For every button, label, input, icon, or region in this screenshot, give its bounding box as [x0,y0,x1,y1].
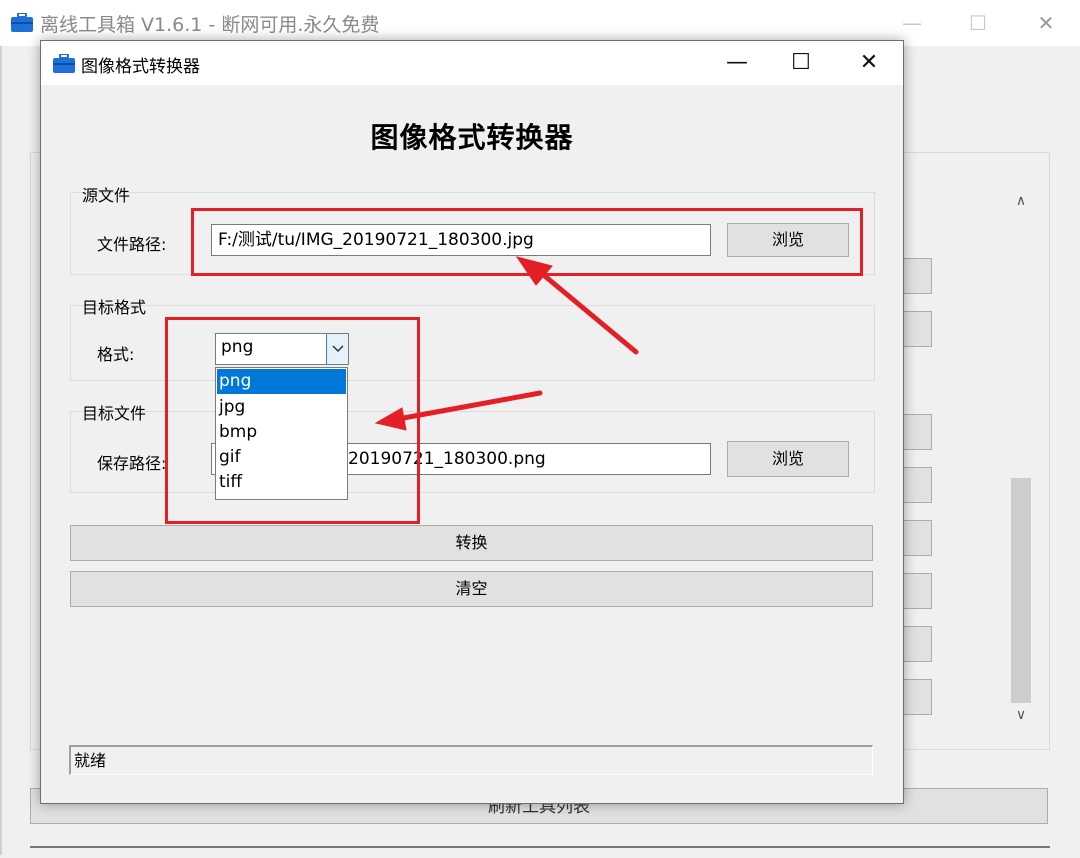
annotation-arrow-to-list [374,390,543,431]
annotation-arrow-to-path [515,256,639,355]
annotation-arrows [374,256,639,431]
